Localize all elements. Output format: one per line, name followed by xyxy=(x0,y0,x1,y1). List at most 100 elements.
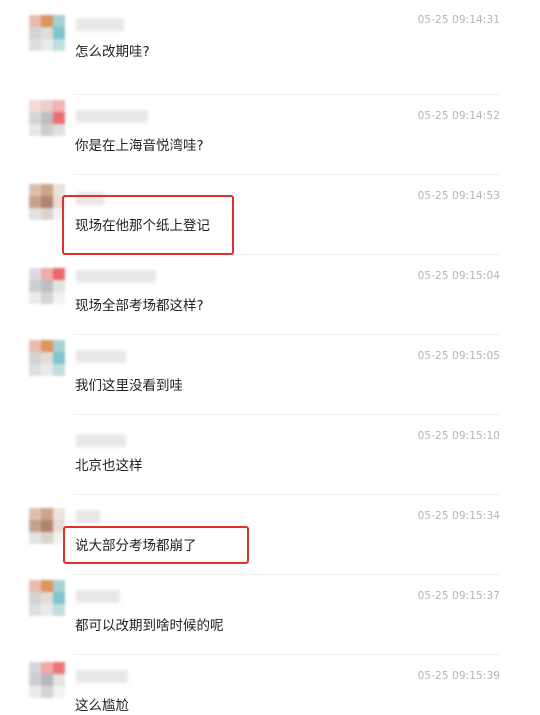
avatar-mosaic-cell xyxy=(29,340,41,352)
message-item: 05-25 09:15:39 这么尴尬 xyxy=(0,640,540,715)
message-text: 怎么改期哇? xyxy=(75,44,150,60)
message-item: 05-25 09:14:53 现场在他那个纸上登记 xyxy=(0,160,540,240)
message-text: 说大部分考场都崩了 xyxy=(75,538,197,554)
avatar-mosaic-cell xyxy=(41,292,53,304)
avatar-mosaic-cell xyxy=(53,580,65,592)
message-item: 05-25 09:15:37 都可以改期到啥时候的呢 xyxy=(0,560,540,640)
blurred-username xyxy=(76,350,126,363)
avatar-mosaic-cell xyxy=(53,124,65,136)
message-item: 05-25 09:15:34 说大部分考场都崩了 xyxy=(0,480,540,560)
avatar[interactable] xyxy=(29,268,65,304)
avatar-mosaic-cell xyxy=(29,280,41,292)
avatar-mosaic-cell xyxy=(29,112,41,124)
avatar[interactable] xyxy=(29,662,65,698)
avatar-mosaic-cell xyxy=(29,39,41,51)
message-timestamp: 05-25 09:15:05 xyxy=(417,350,500,362)
avatar-mosaic-cell xyxy=(53,112,65,124)
avatar[interactable] xyxy=(29,15,65,51)
divider xyxy=(74,414,500,415)
avatar-mosaic-cell xyxy=(29,674,41,686)
avatar-mosaic-cell xyxy=(53,27,65,39)
avatar-mosaic-cell xyxy=(53,268,65,280)
avatar-mosaic-cell xyxy=(29,352,41,364)
avatar-mosaic-cell xyxy=(53,184,65,196)
divider xyxy=(74,654,500,655)
blurred-username xyxy=(76,434,126,447)
avatar-mosaic-cell xyxy=(53,674,65,686)
blurred-username xyxy=(76,510,100,523)
avatar-mosaic-cell xyxy=(29,208,41,220)
avatar-mosaic-cell xyxy=(29,15,41,27)
divider xyxy=(74,94,500,95)
divider xyxy=(74,174,500,175)
avatar-mosaic-cell xyxy=(29,124,41,136)
avatar-mosaic-cell xyxy=(41,124,53,136)
avatar[interactable] xyxy=(29,184,65,220)
avatar-mosaic-cell xyxy=(29,580,41,592)
avatar-mosaic-cell xyxy=(41,662,53,674)
avatar-mosaic-cell xyxy=(53,520,65,532)
message-text: 这么尴尬 xyxy=(75,698,129,714)
avatar-mosaic-cell xyxy=(53,352,65,364)
avatar-mosaic-cell xyxy=(41,686,53,698)
message-text: 北京也这样 xyxy=(75,458,143,474)
avatar-mosaic-cell xyxy=(41,604,53,616)
blurred-username xyxy=(76,670,128,683)
message-timestamp: 05-25 09:15:34 xyxy=(417,510,500,522)
avatar-mosaic-cell xyxy=(41,520,53,532)
avatar-mosaic-cell xyxy=(53,532,65,544)
avatar-mosaic-cell xyxy=(29,184,41,196)
avatar-mosaic-cell xyxy=(53,340,65,352)
avatar-mosaic-cell xyxy=(53,508,65,520)
avatar-mosaic-cell xyxy=(29,268,41,280)
divider xyxy=(74,334,500,335)
message-timestamp: 05-25 09:15:10 xyxy=(417,430,500,442)
avatar[interactable] xyxy=(29,100,65,136)
avatar[interactable] xyxy=(29,340,65,376)
avatar-mosaic-cell xyxy=(41,592,53,604)
avatar-mosaic-cell xyxy=(41,580,53,592)
message-feed: 05-25 09:14:31 怎么改期哇? 05-25 09:14:52 你是在… xyxy=(0,0,540,715)
blurred-username xyxy=(76,18,124,31)
avatar-mosaic-cell xyxy=(53,196,65,208)
message-text: 我们这里没看到哇 xyxy=(75,378,183,394)
avatar-mosaic-cell xyxy=(41,196,53,208)
message-timestamp: 05-25 09:14:31 xyxy=(417,14,500,26)
avatar-mosaic-cell xyxy=(29,592,41,604)
avatar-mosaic-cell xyxy=(53,662,65,674)
blurred-username xyxy=(76,110,148,123)
message-text: 现场全部考场都这样? xyxy=(75,298,204,314)
avatar-mosaic-cell xyxy=(29,196,41,208)
avatar-mosaic-cell xyxy=(41,532,53,544)
avatar-mosaic-cell xyxy=(53,364,65,376)
avatar-mosaic-cell xyxy=(41,27,53,39)
avatar-mosaic-cell xyxy=(41,39,53,51)
avatar-mosaic-cell xyxy=(41,112,53,124)
message-timestamp: 05-25 09:14:52 xyxy=(417,110,500,122)
avatar-mosaic-cell xyxy=(53,592,65,604)
avatar-mosaic-cell xyxy=(41,208,53,220)
avatar[interactable] xyxy=(29,580,65,616)
message-text: 你是在上海音悦湾哇? xyxy=(75,138,204,154)
avatar-mosaic-cell xyxy=(41,15,53,27)
avatar-mosaic-cell xyxy=(53,15,65,27)
divider xyxy=(74,574,500,575)
message-timestamp: 05-25 09:15:37 xyxy=(417,590,500,602)
avatar-mosaic-cell xyxy=(53,686,65,698)
message-timestamp: 05-25 09:14:53 xyxy=(417,190,500,202)
avatar-mosaic-cell xyxy=(53,604,65,616)
message-item: 05-25 09:14:52 你是在上海音悦湾哇? xyxy=(0,80,540,160)
avatar-mosaic-cell xyxy=(29,532,41,544)
avatar-mosaic-cell xyxy=(41,364,53,376)
blurred-username xyxy=(76,270,156,283)
avatar-mosaic-cell xyxy=(53,39,65,51)
avatar[interactable] xyxy=(29,508,65,544)
avatar-mosaic-cell xyxy=(29,686,41,698)
avatar-mosaic-cell xyxy=(53,100,65,112)
avatar-mosaic-cell xyxy=(53,292,65,304)
avatar-mosaic-cell xyxy=(41,508,53,520)
avatar-mosaic-cell xyxy=(29,604,41,616)
avatar-mosaic-cell xyxy=(29,520,41,532)
blurred-username xyxy=(76,590,120,603)
avatar-mosaic-cell xyxy=(41,184,53,196)
